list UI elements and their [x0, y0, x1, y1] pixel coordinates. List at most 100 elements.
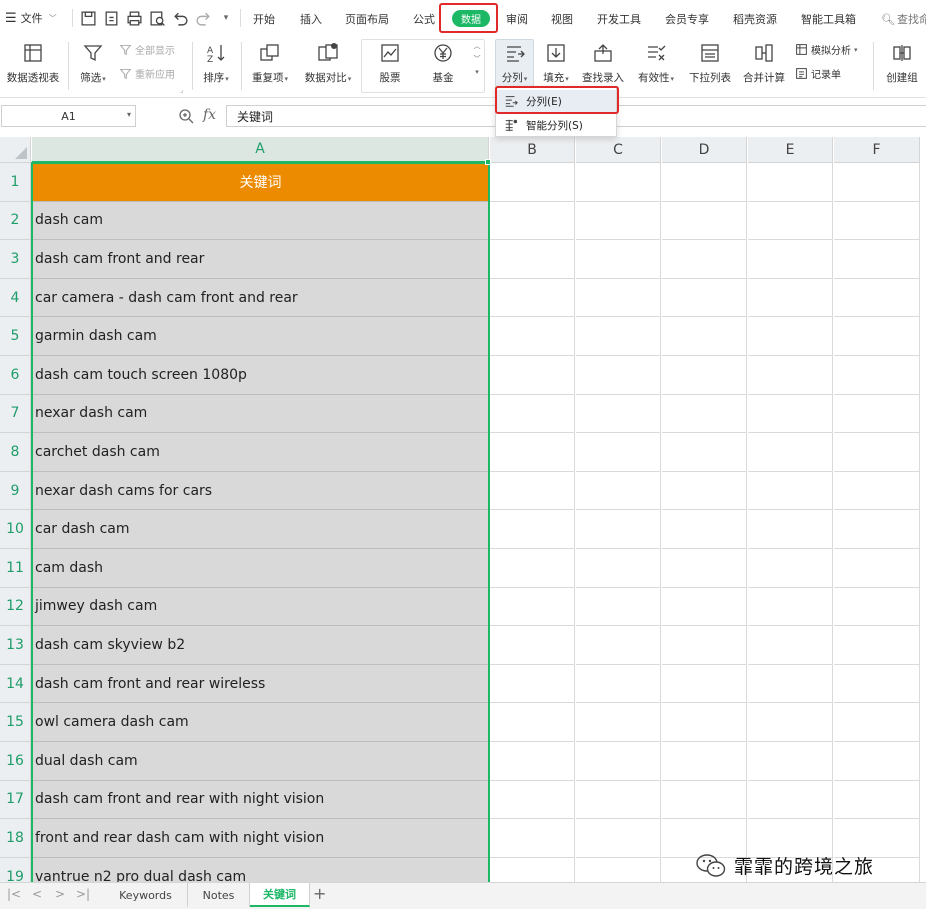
search-command[interactable]: 🔍︎ 查找命	[881, 11, 926, 27]
fill-button[interactable]: 填充▾	[538, 36, 574, 85]
empty-cell[interactable]	[834, 780, 920, 820]
print-icon[interactable]	[125, 9, 143, 27]
empty-cell[interactable]	[490, 587, 575, 627]
row-header[interactable]: 16	[0, 742, 31, 781]
record-form-button[interactable]: 记录单	[795, 66, 841, 81]
empty-cell[interactable]	[748, 317, 833, 356]
row-header[interactable]: 4	[0, 278, 31, 318]
select-all-corner[interactable]	[0, 137, 31, 163]
cell-a[interactable]: dash cam touch screen 1080p	[32, 356, 489, 395]
dropdown-list-button[interactable]: 下拉列表	[687, 36, 733, 85]
row-header[interactable]: 12	[0, 587, 31, 627]
print-preview-icon[interactable]	[148, 9, 166, 27]
empty-cell[interactable]	[748, 703, 833, 742]
empty-cell[interactable]	[490, 394, 575, 434]
empty-cell[interactable]	[576, 780, 661, 820]
empty-cell[interactable]	[834, 664, 920, 704]
cell-a[interactable]: vantrue n2 pro dual dash cam	[32, 857, 489, 882]
sheet-tab-keyword-cn[interactable]: 关键词	[250, 883, 310, 907]
row-header[interactable]: 7	[0, 394, 31, 434]
add-sheet-icon[interactable]: +	[313, 884, 326, 903]
cell-a[interactable]: dash cam skyview b2	[32, 626, 489, 665]
tab-developer[interactable]: 开发工具	[597, 11, 641, 27]
cell-a[interactable]: owl camera dash cam	[32, 703, 489, 742]
empty-cell[interactable]	[662, 549, 747, 588]
stock-button[interactable]: 股票	[370, 36, 410, 85]
empty-cell[interactable]	[490, 857, 575, 882]
cell-a[interactable]: front and rear dash cam with night visio…	[32, 819, 489, 858]
last-sheet-icon[interactable]: >|	[76, 887, 90, 901]
tab-smart-toolbox[interactable]: 智能工具箱	[801, 11, 856, 27]
empty-cell[interactable]	[576, 356, 661, 395]
tab-page-layout[interactable]: 页面布局	[345, 11, 389, 27]
tab-review[interactable]: 审阅	[506, 11, 528, 27]
empty-cell[interactable]	[576, 317, 661, 356]
filter-button[interactable]: 筛选▾	[76, 36, 110, 85]
what-if-analysis-button[interactable]: 模拟分析 ▾	[795, 42, 858, 57]
empty-cell[interactable]	[748, 278, 833, 318]
column-header-c[interactable]: C	[576, 137, 661, 163]
column-header-a[interactable]: A	[32, 137, 489, 163]
sort-button[interactable]: AZ 排序▾	[199, 36, 233, 85]
quick-access-more-icon[interactable]: ▾	[217, 9, 235, 27]
row-header[interactable]: 1	[0, 163, 31, 202]
empty-cell[interactable]	[576, 587, 661, 627]
cell-a[interactable]: garmin dash cam	[32, 317, 489, 356]
cell-a[interactable]: dash cam front and rear	[32, 240, 489, 279]
empty-cell[interactable]	[490, 471, 575, 511]
row-header[interactable]: 8	[0, 433, 31, 472]
empty-cell[interactable]	[490, 819, 575, 858]
validity-button[interactable]: 有效性▾	[634, 36, 678, 85]
empty-cell[interactable]	[576, 201, 661, 241]
empty-cell[interactable]	[834, 626, 920, 665]
tab-docer-resources[interactable]: 稻壳资源	[733, 11, 777, 27]
empty-cell[interactable]	[748, 163, 833, 202]
cell-a[interactable]: dash cam	[32, 201, 489, 241]
consolidate-button[interactable]: 合并计算	[741, 36, 787, 85]
cell-a[interactable]: nexar dash cam	[32, 394, 489, 434]
column-header-e[interactable]: E	[748, 137, 833, 163]
empty-cell[interactable]	[662, 317, 747, 356]
empty-cell[interactable]	[576, 703, 661, 742]
empty-cell[interactable]	[576, 471, 661, 511]
row-header[interactable]: 18	[0, 819, 31, 858]
empty-cell[interactable]	[748, 626, 833, 665]
fill-handle[interactable]	[485, 159, 491, 165]
empty-cell[interactable]	[662, 278, 747, 318]
fx-icon[interactable]: fx	[203, 107, 216, 123]
row-header[interactable]: 9	[0, 471, 31, 511]
empty-cell[interactable]	[834, 394, 920, 434]
row-header[interactable]: 17	[0, 780, 31, 820]
tab-home[interactable]: 开始	[253, 11, 275, 27]
row-header[interactable]: 19	[0, 857, 31, 882]
empty-cell[interactable]	[576, 664, 661, 704]
save-icon[interactable]	[79, 9, 97, 27]
prev-sheet-icon[interactable]: <	[32, 887, 42, 901]
file-menu[interactable]: ☰ 文件 ﹀	[5, 10, 57, 26]
tab-member[interactable]: 会员专享	[665, 11, 709, 27]
create-group-button[interactable]: 创建组	[880, 36, 924, 85]
export-pdf-icon[interactable]	[102, 9, 120, 27]
first-sheet-icon[interactable]: |<	[7, 887, 21, 901]
row-header[interactable]: 5	[0, 317, 31, 356]
empty-cell[interactable]	[834, 201, 920, 241]
empty-cell[interactable]	[662, 664, 747, 704]
empty-cell[interactable]	[662, 780, 747, 820]
row-header[interactable]: 2	[0, 201, 31, 241]
empty-cell[interactable]	[662, 587, 747, 627]
empty-cell[interactable]	[834, 549, 920, 588]
empty-cell[interactable]	[490, 510, 575, 549]
empty-cell[interactable]	[834, 587, 920, 627]
empty-cell[interactable]	[834, 471, 920, 511]
fund-button[interactable]: 基金	[423, 36, 463, 85]
empty-cell[interactable]	[576, 626, 661, 665]
empty-cell[interactable]	[576, 549, 661, 588]
column-header-d[interactable]: D	[662, 137, 747, 163]
empty-cell[interactable]	[662, 201, 747, 241]
empty-cell[interactable]	[748, 471, 833, 511]
duplicates-button[interactable]: 重复项▾	[248, 36, 292, 85]
empty-cell[interactable]	[490, 742, 575, 781]
empty-cell[interactable]	[834, 510, 920, 549]
empty-cell[interactable]	[748, 394, 833, 434]
name-box[interactable]: A1 ▾	[1, 105, 136, 127]
